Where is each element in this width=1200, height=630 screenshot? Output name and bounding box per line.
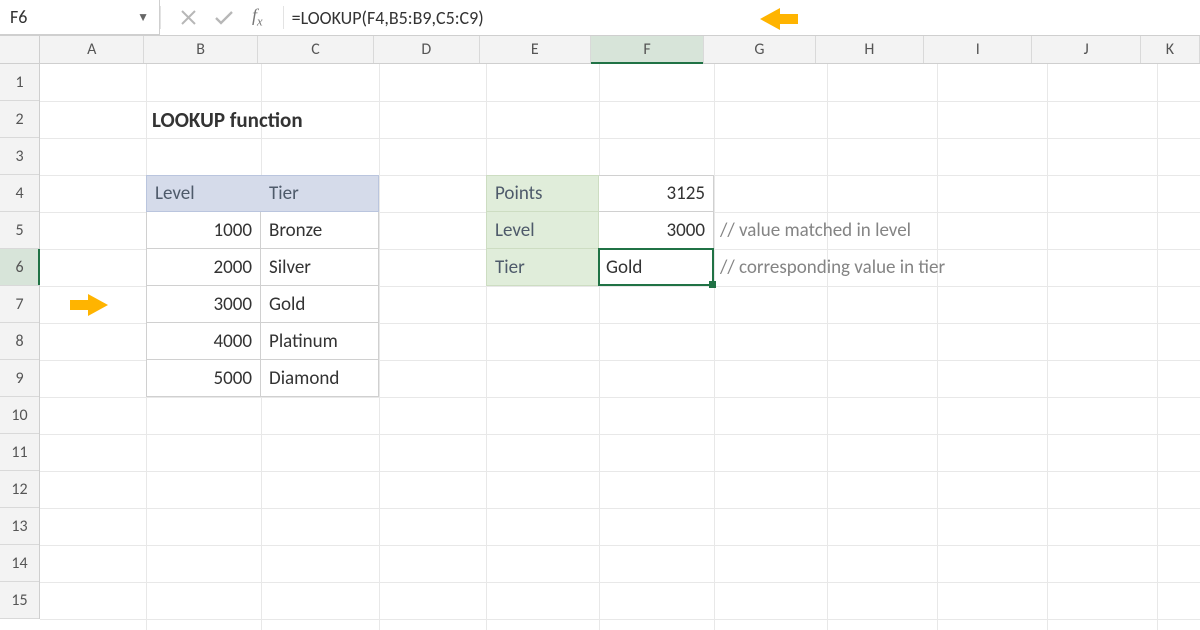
comment-level: // value matched in level xyxy=(714,212,1114,249)
name-box[interactable]: F6 ▼ xyxy=(0,0,160,35)
cancel-icon[interactable] xyxy=(181,10,196,25)
column-header[interactable]: J xyxy=(1032,36,1140,63)
result-label-points: Points xyxy=(486,175,599,212)
result-value-points[interactable]: 3125 xyxy=(599,175,714,212)
column-header[interactable]: B xyxy=(144,36,257,63)
table-cell-tier[interactable]: Diamond xyxy=(261,360,379,397)
table-cell-tier[interactable]: Bronze xyxy=(261,212,379,249)
column-header[interactable]: C xyxy=(258,36,374,63)
row-header[interactable]: 14 xyxy=(0,545,39,582)
formula-input[interactable] xyxy=(284,0,1200,35)
fill-handle[interactable] xyxy=(709,281,716,288)
active-cell-value: Gold xyxy=(606,256,642,279)
row-header[interactable]: 6 xyxy=(0,249,39,286)
row-header[interactable]: 8 xyxy=(0,323,39,360)
row-header[interactable]: 13 xyxy=(0,508,39,545)
result-label-level: Level xyxy=(486,212,599,249)
table-cell-level[interactable]: 1000 xyxy=(146,212,261,249)
row-header[interactable]: 4 xyxy=(0,175,39,212)
column-header[interactable]: E xyxy=(480,36,591,63)
formula-bar: F6 ▼ fx xyxy=(0,0,1200,36)
insert-function-icon[interactable]: fx xyxy=(252,5,263,30)
select-all-corner[interactable] xyxy=(0,36,40,64)
row-header[interactable]: 11 xyxy=(0,434,39,471)
row-header[interactable]: 1 xyxy=(0,64,39,101)
table-cell-tier[interactable]: Platinum xyxy=(261,323,379,360)
column-headers: ABCDEFGHIJK xyxy=(40,36,1200,64)
table-cell-tier[interactable]: Silver xyxy=(261,249,379,286)
result-value-level[interactable]: 3000 xyxy=(599,212,714,249)
column-header[interactable]: D xyxy=(374,36,479,63)
comment-tier: // corresponding value in tier xyxy=(714,249,1114,286)
table-header-level: Level xyxy=(146,175,261,212)
row-header[interactable]: 7 xyxy=(0,286,39,323)
row-header[interactable]: 10 xyxy=(0,397,39,434)
column-header[interactable]: F xyxy=(591,36,704,63)
arrow-icon xyxy=(88,294,108,316)
row-header[interactable]: 5 xyxy=(0,212,39,249)
name-box-dropdown-icon[interactable]: ▼ xyxy=(137,10,149,25)
cells-area[interactable]: LOOKUP function LevelTier1000Bronze2000S… xyxy=(40,64,1200,630)
column-header[interactable]: H xyxy=(816,36,924,63)
table-cell-level[interactable]: 3000 xyxy=(146,286,261,323)
spreadsheet-grid[interactable]: ABCDEFGHIJK 123456789101112131415 LOOKUP… xyxy=(0,36,1200,630)
table-cell-level[interactable]: 5000 xyxy=(146,360,261,397)
row-header[interactable]: 9 xyxy=(0,360,39,397)
table-cell-level[interactable]: 2000 xyxy=(146,249,261,286)
table-cell-level[interactable]: 4000 xyxy=(146,323,261,360)
table-cell-tier[interactable]: Gold xyxy=(261,286,379,323)
page-title: LOOKUP function xyxy=(146,101,486,138)
table-header-tier: Tier xyxy=(261,175,379,212)
row-header[interactable]: 2 xyxy=(0,101,39,138)
formula-bar-icons: fx xyxy=(161,0,283,35)
column-header[interactable]: A xyxy=(40,36,144,63)
column-header[interactable]: G xyxy=(704,36,815,63)
row-header[interactable]: 12 xyxy=(0,471,39,508)
column-header[interactable]: K xyxy=(1141,36,1200,63)
name-box-value: F6 xyxy=(10,6,27,28)
row-headers: 123456789101112131415 xyxy=(0,64,40,619)
enter-icon[interactable] xyxy=(214,10,234,25)
column-header[interactable]: I xyxy=(924,36,1032,63)
arrow-icon xyxy=(760,8,780,30)
active-cell[interactable]: Gold xyxy=(598,248,714,286)
row-header[interactable]: 15 xyxy=(0,582,39,619)
row-header[interactable]: 3 xyxy=(0,138,39,175)
result-label-tier: Tier xyxy=(486,249,599,286)
